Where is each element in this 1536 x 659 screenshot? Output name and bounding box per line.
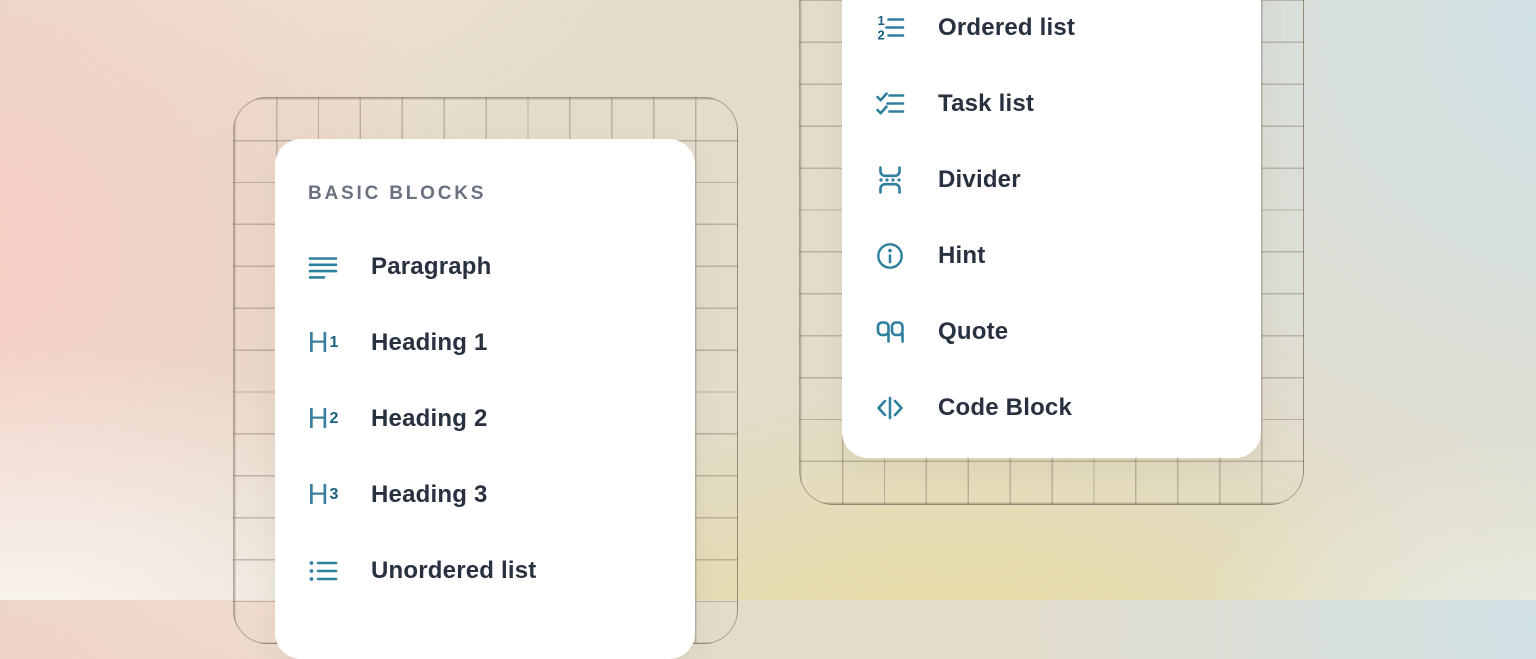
blocks-list-right: 1 2 Ordered list Task list bbox=[842, 0, 1261, 446]
ordered-list-icon: 1 2 bbox=[874, 12, 906, 44]
basic-blocks-menu: BASIC BLOCKS Paragraph H1 Heading 1 H2 H… bbox=[275, 139, 695, 659]
menu-item-ordered-list[interactable]: 1 2 Ordered list bbox=[842, 0, 1261, 66]
menu-item-quote[interactable]: Quote bbox=[842, 294, 1261, 370]
quote-icon bbox=[874, 316, 906, 348]
heading-2-icon: H2 bbox=[307, 403, 339, 435]
basic-blocks-list: Paragraph H1 Heading 1 H2 Heading 2 H3 H… bbox=[275, 229, 695, 609]
menu-item-unordered-list[interactable]: Unordered list bbox=[275, 533, 695, 609]
menu-item-label: Task list bbox=[938, 90, 1034, 118]
menu-item-label: Heading 1 bbox=[371, 329, 488, 357]
menu-item-label: Hint bbox=[938, 242, 985, 270]
heading-1-icon: H1 bbox=[307, 327, 339, 359]
svg-text:1: 1 bbox=[878, 13, 885, 28]
menu-item-paragraph[interactable]: Paragraph bbox=[275, 229, 695, 305]
menu-item-heading-2[interactable]: H2 Heading 2 bbox=[275, 381, 695, 457]
menu-item-label: Paragraph bbox=[371, 253, 492, 281]
svg-text:2: 2 bbox=[878, 28, 885, 43]
blocks-menu-right: 1 2 Ordered list Task list bbox=[842, 0, 1261, 458]
paragraph-icon bbox=[307, 251, 339, 283]
menu-item-label: Divider bbox=[938, 166, 1021, 194]
menu-item-label: Unordered list bbox=[371, 557, 537, 585]
heading-3-icon: H3 bbox=[307, 479, 339, 511]
menu-item-label: Quote bbox=[938, 318, 1008, 346]
menu-item-label: Heading 3 bbox=[371, 481, 488, 509]
menu-item-heading-1[interactable]: H1 Heading 1 bbox=[275, 305, 695, 381]
hint-icon bbox=[874, 240, 906, 272]
unordered-list-icon bbox=[307, 555, 339, 587]
menu-item-task-list[interactable]: Task list bbox=[842, 66, 1261, 142]
block-picker-hero: { "colors": { "icon_teal": "#2E7E9D", "i… bbox=[0, 0, 1536, 600]
menu-item-heading-3[interactable]: H3 Heading 3 bbox=[275, 457, 695, 533]
menu-item-divider[interactable]: Divider bbox=[842, 142, 1261, 218]
menu-item-hint[interactable]: Hint bbox=[842, 218, 1261, 294]
menu-item-label: Ordered list bbox=[938, 14, 1075, 42]
menu-item-label: Heading 2 bbox=[371, 405, 488, 433]
section-label: BASIC BLOCKS bbox=[308, 183, 695, 205]
menu-item-code-block[interactable]: Code Block bbox=[842, 370, 1261, 446]
divider-icon bbox=[874, 164, 906, 196]
menu-item-label: Code Block bbox=[938, 394, 1072, 422]
code-block-icon bbox=[874, 392, 906, 424]
task-list-icon bbox=[874, 88, 906, 120]
